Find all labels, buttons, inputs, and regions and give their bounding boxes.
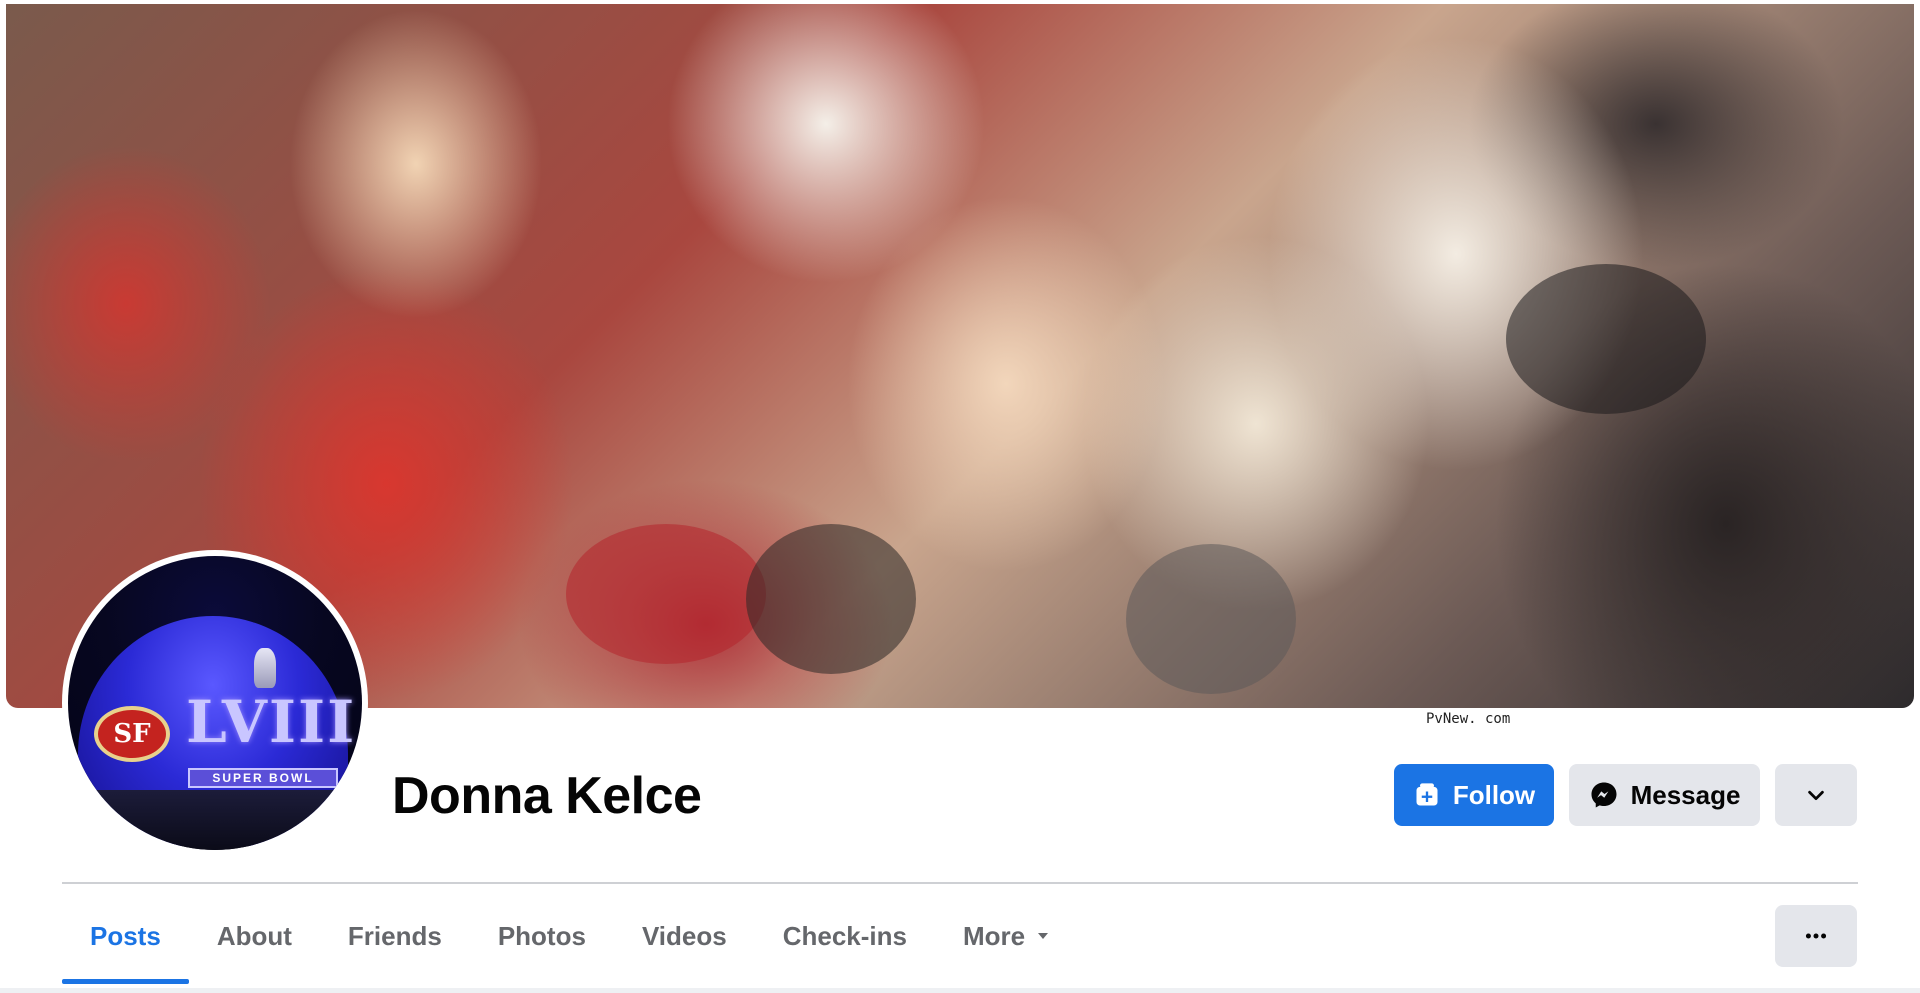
message-label: Message [1630, 779, 1741, 810]
super-bowl-banner: SUPER BOWL [188, 768, 338, 788]
tab-posts[interactable]: Posts [62, 896, 189, 984]
city-skyline [68, 790, 362, 850]
profile-tabs: Posts About Friends Photos Videos Check-… [62, 896, 1079, 992]
messenger-icon [1591, 782, 1617, 808]
watermark-text: PvNew. com [1426, 711, 1511, 727]
tab-label: Check-ins [782, 920, 907, 951]
tab-label: Friends [347, 920, 442, 951]
profile-name: Donna Kelce [392, 767, 702, 825]
active-tab-indicator [62, 979, 189, 984]
tab-friends[interactable]: Friends [320, 896, 470, 976]
tab-about[interactable]: About [189, 896, 320, 976]
tab-label: About [216, 920, 292, 951]
profile-avatar[interactable]: SF LVIII SUPER BOWL [62, 550, 368, 856]
tab-more[interactable]: More [935, 896, 1079, 976]
tab-label: More [962, 920, 1026, 951]
tab-label: Posts [90, 920, 161, 951]
tab-label: Videos [641, 920, 727, 951]
section-divider [62, 882, 1858, 884]
trophy-graphic [254, 648, 276, 688]
avatar-image: SF LVIII SUPER BOWL [68, 556, 362, 850]
tab-label: Photos [497, 920, 586, 951]
ellipsis-icon [1805, 933, 1827, 939]
follow-button[interactable]: Follow [1394, 764, 1554, 826]
lviii-logo-text: LVIII [186, 688, 357, 756]
chevron-down-icon [1808, 790, 1824, 801]
follow-label: Follow [1452, 779, 1536, 810]
bottom-rule [0, 988, 1920, 993]
message-button[interactable]: Message [1569, 764, 1760, 826]
follow-add-icon [1416, 783, 1438, 806]
profile-more-button[interactable] [1775, 764, 1857, 826]
profile-page: PvNew. com SF LVIII SUPER BOWL Donna Kel… [0, 0, 1920, 993]
tabs-overflow-button[interactable] [1775, 905, 1857, 967]
tab-check-ins[interactable]: Check-ins [755, 896, 935, 976]
tab-videos[interactable]: Videos [614, 896, 755, 976]
caret-down-icon [1038, 933, 1049, 939]
tab-photos[interactable]: Photos [470, 896, 614, 976]
sf-logo: SF [94, 706, 170, 762]
